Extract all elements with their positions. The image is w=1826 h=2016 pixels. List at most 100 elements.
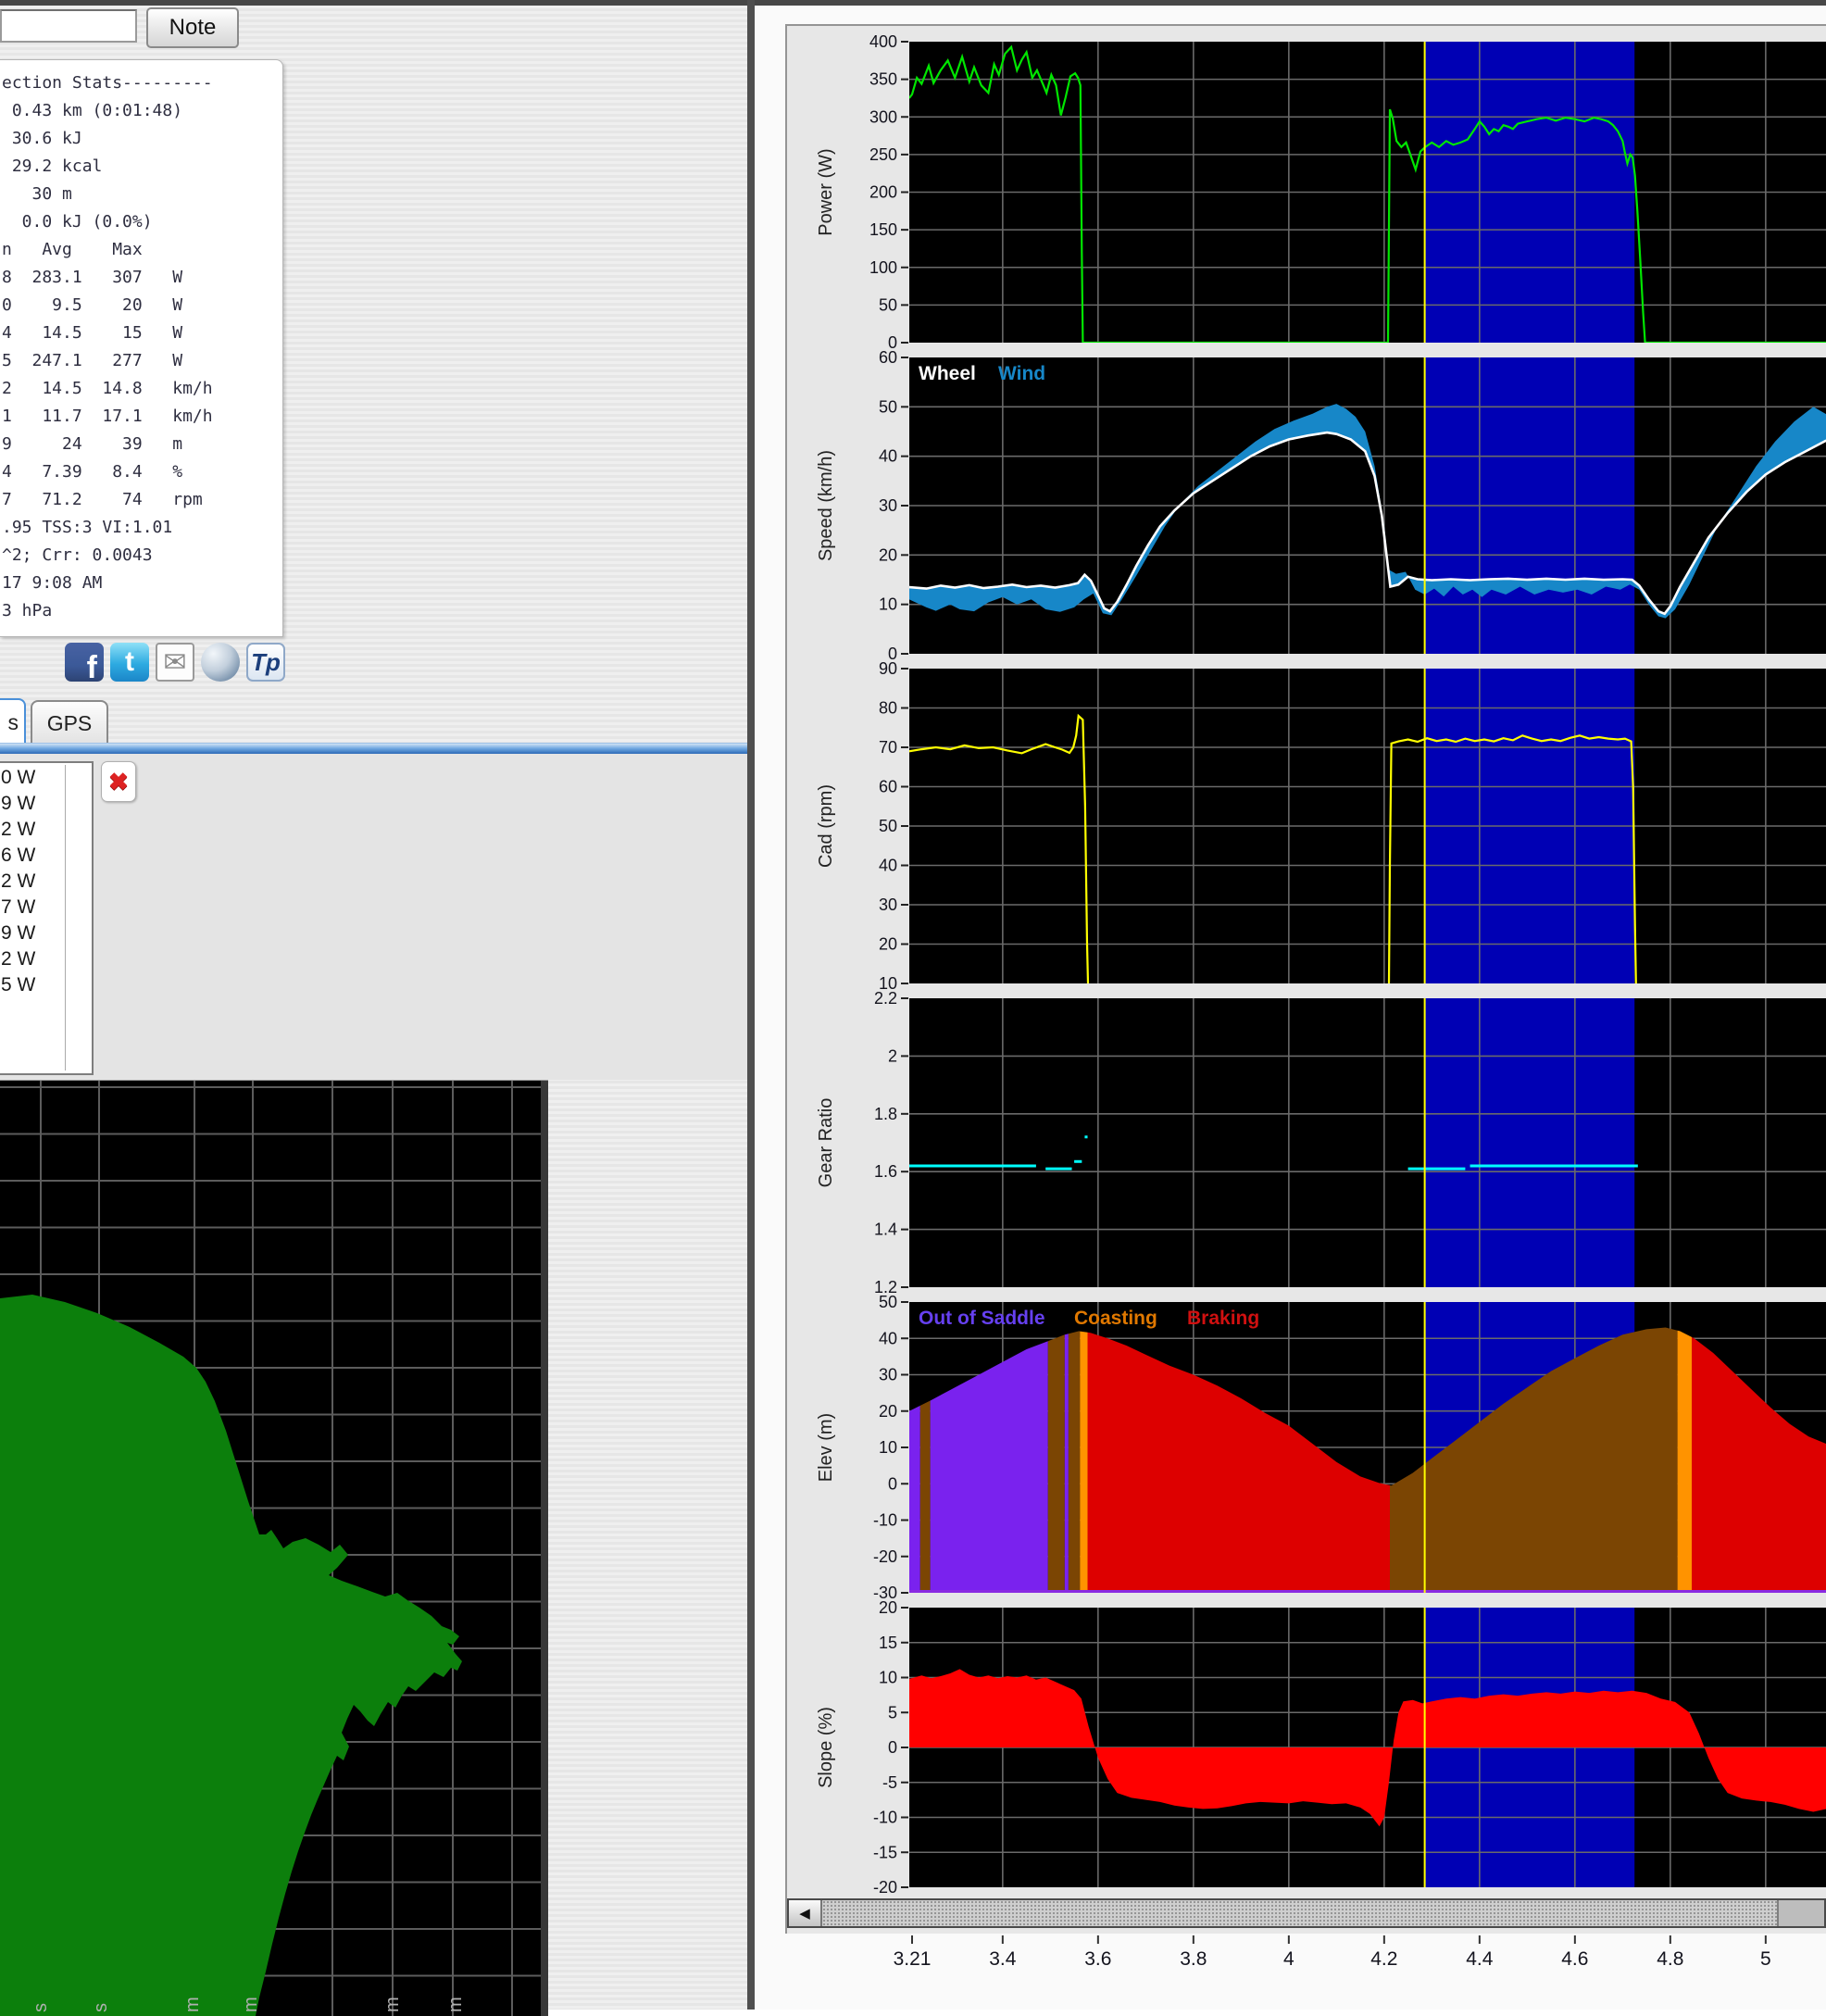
svg-text:100: 100 bbox=[869, 258, 897, 277]
legend-out-of-saddle: Out of Saddle bbox=[919, 1308, 1045, 1329]
ride-charts[interactable]: 050100150200250300350400Power (W)0102030… bbox=[755, 0, 1826, 2010]
chart-slope[interactable]: -20-15-10-505101520Slope (%) bbox=[816, 1598, 1826, 1897]
interval-list-item[interactable]: 9 W bbox=[0, 791, 65, 817]
interval-list-item[interactable]: 0 W bbox=[0, 765, 65, 791]
svg-text:10: 10 bbox=[879, 595, 897, 614]
list-area-background bbox=[0, 754, 747, 1080]
slope-axis-label: Slope (%) bbox=[816, 1707, 836, 1788]
scrollbar-track[interactable] bbox=[822, 1900, 1777, 1926]
svg-text:350: 350 bbox=[869, 70, 897, 89]
chart-cadence[interactable]: 102030405060708090Cad (rpm) bbox=[816, 659, 1826, 993]
gear-ratio-axis-label: Gear Ratio bbox=[816, 1098, 836, 1188]
delete-interval-button[interactable]: ✖ bbox=[101, 761, 136, 802]
terrain-zone bbox=[909, 1406, 920, 1593]
selection-stats-panel: ection Stats--------- 0.43 km (0:01:48) … bbox=[0, 59, 283, 637]
email-icon[interactable]: ✉ bbox=[156, 643, 194, 682]
chart-elevation[interactable]: -30-20-1001020304050Elev (m)Out of Saddl… bbox=[816, 1293, 1826, 1602]
svg-text:60: 60 bbox=[879, 348, 897, 367]
tab-partial[interactable]: s bbox=[0, 698, 26, 745]
left-panel: Note ection Stats--------- 0.43 km (0:01… bbox=[0, 6, 747, 2010]
svg-text:-20: -20 bbox=[873, 1547, 897, 1566]
chart-gear-ratio[interactable]: 1.21.41.61.822.2Gear Ratio bbox=[816, 989, 1826, 1296]
svg-text:3.21: 3.21 bbox=[894, 1948, 932, 1970]
svg-text:10: 10 bbox=[879, 1669, 897, 1687]
svg-text:4.6: 4.6 bbox=[1561, 1948, 1588, 1970]
svg-text:0: 0 bbox=[888, 1474, 897, 1493]
scroll-left-button[interactable]: ◀ bbox=[789, 1900, 822, 1926]
interval-list-item[interactable]: 2 W bbox=[0, 946, 65, 972]
mean-max-chart: ssmmmm bbox=[0, 1080, 548, 2016]
interval-list-item[interactable]: 5 W bbox=[0, 972, 65, 998]
svg-text:20: 20 bbox=[879, 545, 897, 564]
interval-list-item[interactable]: 2 W bbox=[0, 869, 65, 895]
svg-text:70: 70 bbox=[879, 738, 897, 757]
svg-text:5: 5 bbox=[888, 1703, 897, 1722]
trainingpeaks-icon[interactable]: Tp bbox=[246, 643, 285, 682]
interval-list-item[interactable]: 9 W bbox=[0, 920, 65, 946]
svg-text:150: 150 bbox=[869, 220, 897, 239]
mean-max-x-label: s bbox=[91, 2003, 111, 2012]
power-axis-label: Power (W) bbox=[816, 148, 836, 235]
interval-list-item[interactable]: 7 W bbox=[0, 895, 65, 920]
svg-text:40: 40 bbox=[879, 857, 897, 875]
svg-text:90: 90 bbox=[879, 659, 897, 678]
mean-max-x-label: m bbox=[445, 1997, 466, 2012]
facebook-icon[interactable]: f bbox=[65, 643, 104, 682]
svg-text:50: 50 bbox=[879, 397, 897, 416]
legend-wheel: Wheel bbox=[919, 363, 976, 384]
terrain-zone bbox=[1065, 1334, 1069, 1593]
svg-text:3.4: 3.4 bbox=[989, 1948, 1017, 1970]
tab-gps[interactable]: GPS bbox=[31, 700, 108, 745]
svg-text:4.4: 4.4 bbox=[1466, 1948, 1494, 1970]
svg-text:4.2: 4.2 bbox=[1370, 1948, 1397, 1970]
horizontal-scrollbar[interactable]: ◀ bbox=[787, 1898, 1826, 1928]
svg-text:1.8: 1.8 bbox=[874, 1105, 897, 1123]
svg-text:3.8: 3.8 bbox=[1180, 1948, 1207, 1970]
mean-max-x-label: m bbox=[241, 1997, 261, 2012]
svg-text:30: 30 bbox=[879, 496, 897, 515]
interval-name-input[interactable] bbox=[0, 9, 137, 43]
terrain-baseline bbox=[909, 1590, 1826, 1593]
svg-text:1.6: 1.6 bbox=[874, 1162, 897, 1181]
chart-power[interactable]: 050100150200250300350400Power (W) bbox=[816, 32, 1826, 352]
svg-text:-20: -20 bbox=[873, 1878, 897, 1897]
mean-max-x-label: s bbox=[31, 2003, 51, 2012]
interval-list-item[interactable]: 6 W bbox=[0, 843, 65, 869]
elevation-axis-label: Elev (m) bbox=[816, 1413, 836, 1482]
svg-text:30: 30 bbox=[879, 1366, 897, 1384]
svg-text:5: 5 bbox=[1760, 1948, 1771, 1970]
svg-text:2.2: 2.2 bbox=[874, 989, 897, 1008]
svg-text:-15: -15 bbox=[873, 1843, 897, 1861]
terrain-zone bbox=[1069, 1331, 1080, 1593]
note-button[interactable]: Note bbox=[146, 7, 239, 48]
legend-braking: Braking bbox=[1187, 1308, 1259, 1329]
interval-list-item[interactable]: 2 W bbox=[0, 817, 65, 843]
selection-band bbox=[1425, 998, 1635, 1287]
svg-text:-10: -10 bbox=[873, 1809, 897, 1827]
svg-text:300: 300 bbox=[869, 107, 897, 126]
cadence-axis-label: Cad (rpm) bbox=[816, 784, 836, 868]
scrollbar-thumb[interactable] bbox=[1777, 1900, 1824, 1926]
svg-text:15: 15 bbox=[879, 1634, 897, 1652]
svg-text:2: 2 bbox=[888, 1046, 897, 1065]
svg-text:0: 0 bbox=[888, 1738, 897, 1757]
chart-speed[interactable]: 0102030405060Speed (km/h)WheelWind bbox=[816, 348, 1826, 663]
mean-max-x-label: m bbox=[182, 1997, 203, 2012]
svg-text:60: 60 bbox=[879, 778, 897, 796]
selection-stats-text: ection Stats--------- 0.43 km (0:01:48) … bbox=[2, 69, 282, 625]
panel-divider[interactable] bbox=[747, 0, 755, 2010]
svg-text:-10: -10 bbox=[873, 1511, 897, 1530]
svg-text:1.4: 1.4 bbox=[874, 1221, 897, 1239]
mean-max-x-label: m bbox=[382, 1997, 403, 2012]
google-earth-icon[interactable] bbox=[201, 643, 240, 682]
svg-text:10: 10 bbox=[879, 1438, 897, 1457]
svg-text:400: 400 bbox=[869, 32, 897, 51]
svg-text:50: 50 bbox=[879, 1293, 897, 1311]
twitter-icon[interactable]: t bbox=[110, 643, 149, 682]
terrain-zone bbox=[920, 1401, 931, 1594]
svg-text:30: 30 bbox=[879, 895, 897, 914]
svg-text:20: 20 bbox=[879, 1402, 897, 1421]
svg-text:50: 50 bbox=[879, 817, 897, 835]
share-icon-row: f t ✉ Tp bbox=[65, 643, 296, 685]
interval-power-list[interactable]: 0 W9 W2 W6 W2 W7 W9 W2 W5 W bbox=[0, 761, 94, 1075]
